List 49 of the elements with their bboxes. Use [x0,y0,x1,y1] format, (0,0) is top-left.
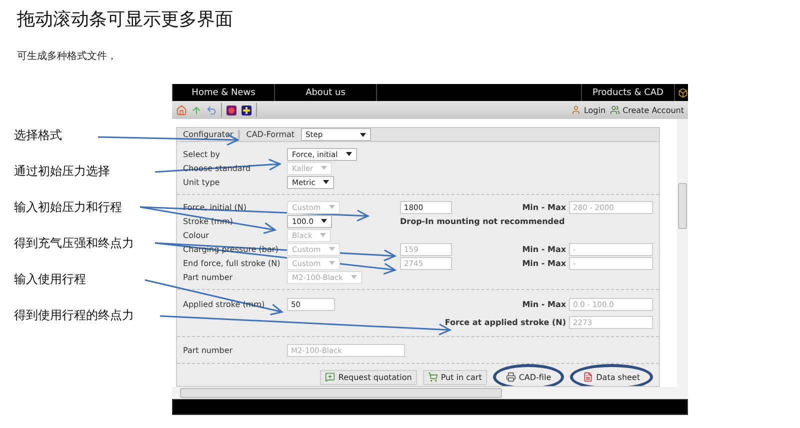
caret-icon [328,261,335,265]
home-icon[interactable] [176,104,187,116]
action-button[interactable]: Put in cart [422,370,487,384]
annotation-label: 输入初始压力和行程 [14,200,123,214]
range-label: Force at applied stroke (N) [444,318,566,326]
account-link[interactable]: Login [570,105,606,115]
plus-square-icon[interactable] [241,104,252,116]
annotation-label: 得到使用行程的终点力 [14,308,135,322]
range-label: Min - Max [522,202,566,212]
annotation-label: 选择格式 [14,128,63,142]
annotation-label: 输入使用行程 [14,272,87,286]
account-link[interactable]: Create Account [610,105,684,115]
users-icon [610,105,620,115]
field-label: Part number [183,346,233,354]
field-label: End force, full stroke (N) [183,258,280,268]
back-icon[interactable] [206,104,217,116]
user-icon [570,105,581,115]
action-button[interactable]: Request quotation [320,370,417,384]
intro-text: 可生成多种格式文件， [17,50,118,64]
caret-icon [321,219,328,223]
vertical-scrollbar[interactable] [677,119,688,387]
caret-icon [351,275,357,279]
caret-icon [328,247,335,251]
field-label: Select by [183,150,220,158]
field-label: Colour [183,230,209,240]
message-plus-icon [325,372,336,382]
caret-icon [360,132,366,136]
caret-icon [346,152,352,156]
caret-icon [321,166,328,170]
warning-text: Drop-In mounting not recommended [400,216,565,226]
annotation-label: 得到充气压强和终点力 [14,236,135,250]
caret-icon [323,180,330,184]
horizontal-scrollbar[interactable] [172,387,688,399]
range-label: Min - Max [522,258,566,268]
range-label: Min - Max [522,244,566,254]
field-label: Unit type [183,178,220,186]
field-label: CAD-Format [246,130,295,139]
up-arrow-icon[interactable] [191,104,202,116]
document-icon [583,372,594,382]
printer-icon [506,372,516,382]
field-label: Part number [183,272,233,282]
page-heading: 拖动滚动条可显示更多界面 [16,8,234,32]
caret-icon [328,205,335,209]
caret-icon [320,233,326,237]
annotation-label: 通过初始压力选择 [14,164,111,178]
cart-icon [428,372,438,382]
cube-icon [678,88,688,98]
range-label: Min - Max [522,300,566,308]
configurator-tab[interactable]: Configurator [183,130,240,139]
